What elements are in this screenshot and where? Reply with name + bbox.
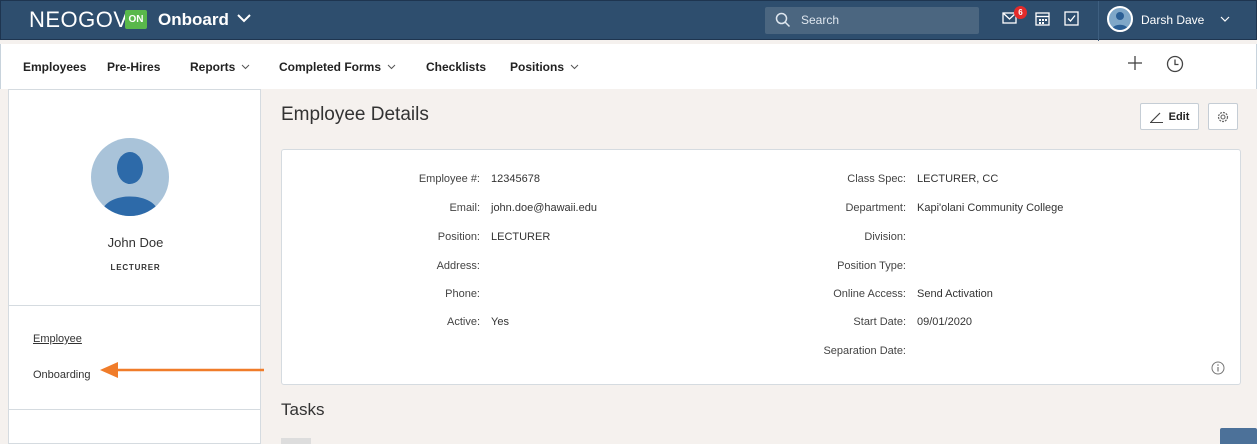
field-class-spec: Class Spec: LECTURER, CC <box>782 173 998 185</box>
send-activation-link[interactable]: Send Activation <box>917 288 993 300</box>
field-online-access: Online Access: Send Activation <box>782 288 993 300</box>
nav-label: Checklists <box>426 60 487 74</box>
search-icon <box>775 12 791 28</box>
app-badge: ON <box>125 10 147 29</box>
field-email: Email: john.doe@hawaii.edu <box>372 202 597 214</box>
nav-item-positions[interactable]: Positions <box>510 60 579 74</box>
nav-item-employees[interactable]: Employees <box>23 60 86 74</box>
field-value: john.doe@hawaii.edu <box>491 202 597 214</box>
sidebar-link-employee[interactable]: Employee <box>33 333 82 345</box>
field-label: Position Type: <box>837 260 906 272</box>
chevron-down-icon[interactable] <box>1220 16 1230 23</box>
field-employee-number: Employee #: 12345678 <box>372 173 540 185</box>
field-value: LECTURER <box>491 231 551 243</box>
employee-avatar <box>91 138 169 216</box>
divider <box>9 409 260 410</box>
field-value: Yes <box>491 316 509 328</box>
field-position-type: Position Type: <box>782 260 917 272</box>
field-label: Start Date: <box>853 316 906 328</box>
nav-item-completed-forms[interactable]: Completed Forms <box>279 60 396 74</box>
field-label: Class Spec: <box>847 173 906 185</box>
field-label: Position: <box>437 231 480 243</box>
calendar-icon[interactable] <box>1035 11 1050 26</box>
user-avatar[interactable] <box>1107 6 1133 32</box>
field-active: Active: Yes <box>372 316 509 328</box>
user-menu-name[interactable]: Darsh Dave <box>1141 13 1204 27</box>
tasks-checkbox-icon[interactable] <box>1064 11 1079 26</box>
history-clock-icon[interactable] <box>1166 55 1184 73</box>
field-phone: Phone: <box>372 288 491 300</box>
top-header-bar: NEOGOV ON Onboard Search 6 Darsh Dave <box>0 0 1257 41</box>
employee-name: John Doe <box>107 235 164 250</box>
chevron-down-icon <box>241 64 250 70</box>
tasks-section-title: Tasks <box>281 400 325 419</box>
field-separation-date: Separation Date: <box>782 345 917 357</box>
field-address: Address: <box>372 260 491 272</box>
settings-button[interactable] <box>1208 103 1238 130</box>
field-label: Active: <box>446 316 480 328</box>
gear-icon <box>1217 111 1229 122</box>
field-label: Email: <box>449 202 480 214</box>
field-division: Division: <box>782 231 917 243</box>
employee-title: LECTURER <box>110 263 161 272</box>
edit-button[interactable]: Edit <box>1140 103 1199 130</box>
nav-label: Completed Forms <box>279 60 382 74</box>
employee-details-card: Employee #: 12345678 Email: john.doe@hawai… <box>281 149 1241 385</box>
page-title: Employee Details <box>281 104 429 125</box>
divider <box>1098 1 1099 41</box>
add-icon[interactable] <box>1127 55 1143 71</box>
field-label: Employee #: <box>418 173 480 185</box>
chevron-down-icon <box>387 64 396 70</box>
field-value: Kapi'olani Community College <box>917 202 1064 214</box>
info-icon[interactable] <box>1211 361 1225 375</box>
field-label: Division: <box>864 231 906 243</box>
field-label: Separation Date: <box>823 345 906 357</box>
pencil-icon <box>1149 112 1163 123</box>
nav-item-reports[interactable]: Reports <box>190 60 250 74</box>
nav-item-pre-hires[interactable]: Pre-Hires <box>107 60 160 74</box>
field-label: Phone: <box>445 288 480 300</box>
nav-label: Pre-Hires <box>107 60 161 74</box>
nav-label: Employees <box>23 60 87 74</box>
field-value: 09/01/2020 <box>917 316 973 328</box>
floating-action-button[interactable] <box>1220 428 1257 444</box>
notification-badge: 6 <box>1014 6 1027 19</box>
field-start-date: Start Date: 09/01/2020 <box>782 316 972 328</box>
field-department: Department: Kapi'olani Community College <box>782 202 1063 214</box>
chevron-down-icon[interactable] <box>237 13 251 23</box>
neogov-logo[interactable]: NEOGOV <box>29 7 129 33</box>
nav-item-checklists[interactable]: Checklists <box>426 60 486 74</box>
annotation-arrow <box>100 362 264 378</box>
field-value: 12345678 <box>491 173 540 185</box>
sidebar-link-onboarding[interactable]: Onboarding <box>33 369 91 381</box>
edit-label: Edit <box>1168 110 1190 123</box>
tasks-row-stub <box>281 438 311 444</box>
nav-label: Positions <box>510 60 565 74</box>
field-label: Department: <box>845 202 906 214</box>
field-label: Online Access: <box>833 288 906 300</box>
main-nav: Employees Pre-Hires Reports Completed Fo… <box>0 44 1257 89</box>
divider <box>9 305 260 306</box>
field-position: Position: LECTURER <box>372 231 551 243</box>
search-input[interactable]: Search <box>765 7 979 34</box>
search-placeholder: Search <box>801 13 840 27</box>
field-label: Address: <box>436 260 480 272</box>
field-value: LECTURER, CC <box>917 173 999 185</box>
nav-label: Reports <box>190 60 236 74</box>
employee-sidebar: John Doe LECTURER Employee Onboarding <box>8 89 261 444</box>
chevron-down-icon <box>570 64 579 70</box>
app-switcher-label[interactable]: Onboard <box>158 10 229 30</box>
